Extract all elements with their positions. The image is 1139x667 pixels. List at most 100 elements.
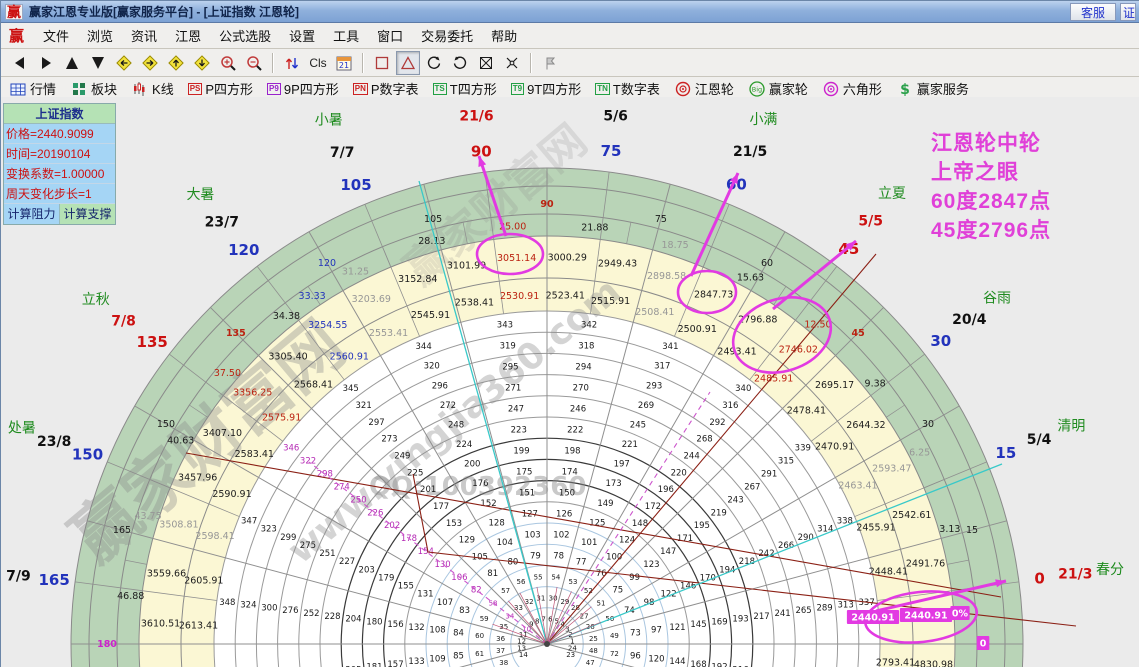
arrow-left-button[interactable] bbox=[8, 51, 32, 75]
p9-box-icon: P9 bbox=[267, 82, 281, 95]
view-button-kline[interactable]: K线 bbox=[129, 78, 176, 99]
diamond-up-button[interactable] bbox=[164, 51, 188, 75]
view-button-label: 板块 bbox=[91, 82, 118, 97]
svg-text:3000.29: 3000.29 bbox=[548, 253, 587, 264]
svg-text:222: 222 bbox=[567, 425, 583, 435]
customer-service-button[interactable]: 客服 bbox=[1069, 2, 1116, 21]
svg-text:344: 344 bbox=[416, 342, 432, 352]
gann-wheel-chart[interactable]: 赢家财富网 www.yingjia360.com 赢家财富网 QQ:100392360… bbox=[1, 97, 1139, 667]
svg-text:14: 14 bbox=[519, 651, 528, 659]
cls-button[interactable]: Cls bbox=[306, 51, 330, 75]
view-button-label: T数字表 bbox=[612, 82, 660, 97]
view-button-hexagon[interactable]: 六角形 bbox=[820, 78, 884, 99]
svg-text:3.13: 3.13 bbox=[939, 524, 960, 535]
diamond-left-button[interactable] bbox=[112, 51, 136, 75]
annotation-note: 江恩轮中轮 上帝之眼 60度2847点 45度2796点 bbox=[931, 129, 1051, 245]
square-button[interactable] bbox=[370, 51, 394, 75]
calc-resistance-button[interactable]: 计算阻力 bbox=[4, 204, 60, 224]
menu-item[interactable]: 交易委托 bbox=[412, 24, 482, 47]
view-button-label: 江恩轮 bbox=[694, 82, 734, 97]
view-button-grid[interactable]: 行情 bbox=[7, 78, 58, 99]
rot-ccw-button[interactable] bbox=[422, 51, 446, 75]
hexagon-icon bbox=[822, 80, 840, 98]
svg-text:168: 168 bbox=[690, 660, 706, 667]
menu-item[interactable]: 资讯 bbox=[122, 24, 166, 47]
partial-button[interactable]: 证 bbox=[1120, 2, 1136, 21]
tri-down-button[interactable] bbox=[86, 51, 110, 75]
zoom-out-button[interactable] bbox=[242, 51, 266, 75]
rot-cw-button[interactable] bbox=[448, 51, 472, 75]
menu-item[interactable]: 文件 bbox=[34, 24, 78, 47]
view-button-ts-box[interactable]: TS T四方形 bbox=[431, 78, 499, 99]
svg-text:2530.91: 2530.91 bbox=[500, 291, 539, 302]
svg-text:21: 21 bbox=[339, 61, 349, 70]
view-button-winner-wheel[interactable]: Big 赢家轮 bbox=[746, 78, 810, 99]
updown-button[interactable] bbox=[280, 51, 304, 75]
view-button-pn-box[interactable]: PN P数字表 bbox=[351, 78, 421, 99]
svg-text:172: 172 bbox=[645, 502, 661, 512]
tri-up-button[interactable] bbox=[60, 51, 84, 75]
svg-text:103: 103 bbox=[524, 531, 540, 541]
svg-text:294: 294 bbox=[575, 362, 591, 372]
svg-text:269: 269 bbox=[638, 401, 654, 411]
diamond-right-button[interactable] bbox=[138, 51, 162, 75]
svg-text:321: 321 bbox=[356, 401, 372, 411]
zoom-in-button[interactable] bbox=[216, 51, 240, 75]
svg-text:7/9: 7/9 bbox=[6, 568, 31, 584]
menu-item[interactable]: 工具 bbox=[324, 24, 368, 47]
svg-text:24: 24 bbox=[568, 644, 577, 652]
view-button-tn-box[interactable]: TN T数字表 bbox=[593, 78, 662, 99]
menu-item[interactable]: 设置 bbox=[280, 24, 324, 47]
svg-text:5/5: 5/5 bbox=[858, 214, 883, 230]
svg-text:192: 192 bbox=[711, 663, 727, 667]
svg-text:131: 131 bbox=[417, 590, 433, 600]
view-button-label: T四方形 bbox=[449, 82, 497, 97]
triangle-button[interactable] bbox=[396, 50, 420, 75]
svg-text:318: 318 bbox=[578, 341, 594, 351]
svg-text:2515.91: 2515.91 bbox=[591, 296, 630, 307]
svg-text:123: 123 bbox=[643, 560, 659, 570]
pin-button[interactable] bbox=[538, 51, 562, 75]
svg-text:274: 274 bbox=[334, 482, 350, 492]
view-button-t9-box[interactable]: T9 9T四方形 bbox=[509, 78, 584, 99]
svg-text:276: 276 bbox=[282, 606, 298, 616]
svg-text:147: 147 bbox=[660, 547, 676, 557]
calc-support-button[interactable]: 计算支撑 bbox=[60, 204, 115, 224]
svg-text:2478.41: 2478.41 bbox=[787, 405, 826, 416]
ps-box-icon: PS bbox=[187, 82, 203, 95]
svg-text:2542.61: 2542.61 bbox=[892, 510, 931, 521]
svg-text:244: 244 bbox=[684, 451, 700, 461]
arrow-right-button[interactable] bbox=[34, 51, 58, 75]
svg-text:31.25: 31.25 bbox=[342, 266, 369, 277]
menu-item[interactable]: 帮助 bbox=[482, 24, 526, 47]
svg-text:149: 149 bbox=[597, 499, 613, 509]
boxx-button[interactable] bbox=[474, 51, 498, 75]
toolbar-separator bbox=[530, 52, 532, 73]
view-button-gann-wheel[interactable]: 江恩轮 bbox=[672, 78, 736, 99]
view-button-ps-box[interactable]: PS P四方形 bbox=[186, 78, 255, 99]
svg-text:2898.58: 2898.58 bbox=[647, 271, 686, 282]
svg-text:36: 36 bbox=[496, 635, 505, 643]
diamond-down-button[interactable] bbox=[190, 51, 214, 75]
view-button-service[interactable]: $ 赢家服务 bbox=[894, 78, 971, 99]
svg-text:2440.91: 2440.91 bbox=[904, 611, 947, 622]
svg-text:313: 313 bbox=[838, 601, 854, 611]
svg-text:320: 320 bbox=[424, 362, 440, 372]
menu-item[interactable]: 窗口 bbox=[368, 24, 412, 47]
view-button-blocks[interactable]: 板块 bbox=[68, 78, 119, 99]
view-button-label: 9P四方形 bbox=[283, 82, 339, 97]
svg-text:324: 324 bbox=[240, 601, 256, 611]
svg-text:2538.41: 2538.41 bbox=[455, 298, 494, 309]
view-button-p9-box[interactable]: P9 9P四方形 bbox=[265, 78, 341, 99]
calendar-button[interactable]: 21 bbox=[332, 51, 356, 75]
menu-item[interactable]: 浏览 bbox=[78, 24, 122, 47]
svg-text:202: 202 bbox=[384, 521, 400, 531]
symbol-info-panel: 上证指数 价格=2440.9099 时间=20190104 变换系数=1.000… bbox=[3, 103, 116, 225]
svg-text:2598.41: 2598.41 bbox=[195, 531, 234, 542]
svg-text:2463.41: 2463.41 bbox=[838, 481, 877, 492]
menu-item[interactable]: 江恩 bbox=[166, 24, 210, 47]
centerx-button[interactable] bbox=[500, 51, 524, 75]
svg-text:2545.91: 2545.91 bbox=[411, 310, 450, 321]
svg-text:275: 275 bbox=[300, 541, 316, 551]
menu-item[interactable]: 公式选股 bbox=[210, 24, 280, 47]
